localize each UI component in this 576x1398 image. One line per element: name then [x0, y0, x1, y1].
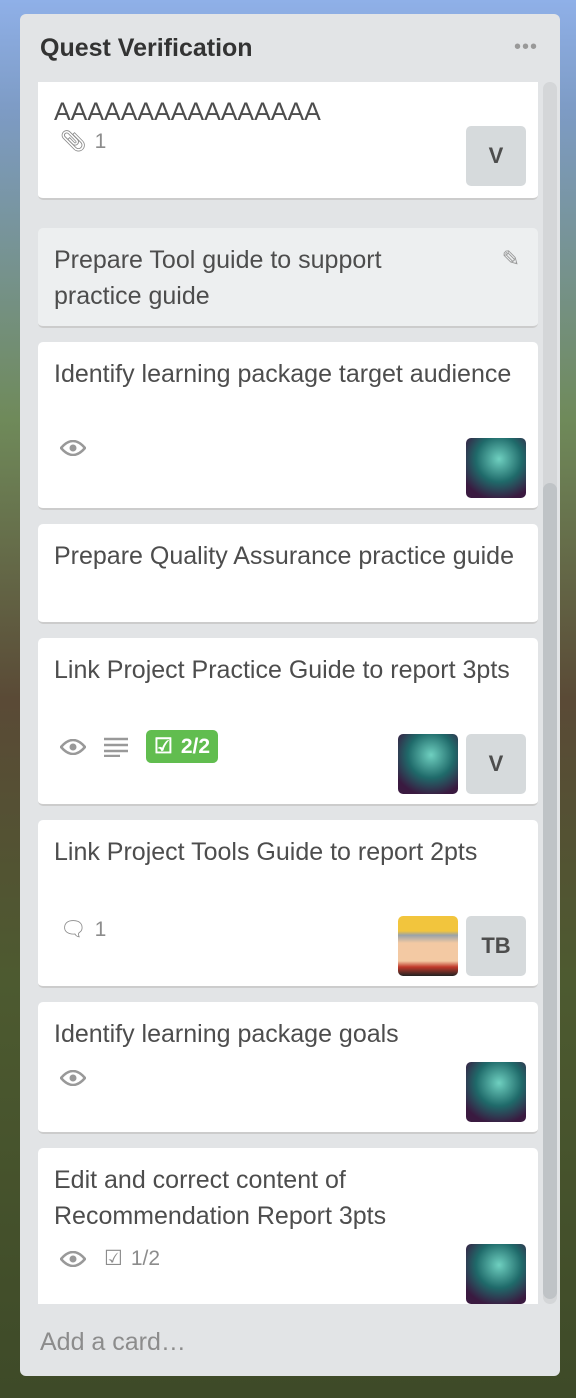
card[interactable]: AAAAAAAAAAAAAAAA 📎︎ 1 V — [38, 82, 538, 200]
card-list: AAAAAAAAAAAAAAAA 📎︎ 1 V Prepare Tool guid… — [20, 82, 560, 1304]
eye-icon — [60, 1070, 86, 1086]
scrollbar[interactable] — [543, 82, 557, 1304]
add-card-button[interactable]: Add a card… — [40, 1328, 186, 1357]
card-title: AAAAAAAAAAAAAAAA — [54, 98, 321, 126]
eye-icon — [60, 440, 86, 456]
comment-badge: 🗨︎ 1 — [60, 918, 106, 942]
card[interactable]: Link Project Tools Guide to report 2pts … — [38, 820, 538, 988]
card-title: Edit and correct content of Recommendati… — [54, 1166, 387, 1230]
card-title: Prepare Quality Assurance practice guide — [54, 542, 514, 570]
ellipsis-icon[interactable]: ••• — [514, 36, 538, 59]
card-title: Link Project Practice Guide to report 3p… — [54, 656, 510, 684]
card-title: Link Project Tools Guide to report 2pts — [54, 838, 478, 866]
checklist-badge: ☑ 2/2 — [146, 730, 219, 763]
comment-count: 1 — [94, 918, 107, 941]
list-title[interactable]: Quest Verification — [40, 34, 253, 63]
eye-icon — [60, 1250, 86, 1267]
attachment-badge: 📎︎ 1 — [60, 130, 106, 154]
checklist-count: 2/2 — [180, 734, 211, 758]
member-avatar[interactable] — [466, 1062, 526, 1122]
checkbox-icon: ☑ — [154, 735, 173, 758]
member-avatar[interactable] — [466, 1244, 526, 1304]
card-title: Identify learning package target audienc… — [54, 360, 512, 388]
attachment-count: 1 — [94, 130, 107, 153]
description-icon — [104, 737, 128, 757]
card[interactable]: Prepare Quality Assurance practice guide — [38, 524, 538, 624]
checkbox-icon: ☑ — [104, 1247, 123, 1270]
member-avatar[interactable]: TB — [466, 916, 526, 976]
eye-icon — [60, 738, 86, 755]
card[interactable]: Identify learning package goals — [38, 1002, 538, 1134]
card-title: Prepare Tool guide to support practice g… — [54, 246, 382, 310]
card-title: Identify learning package goals — [54, 1020, 399, 1048]
checklist-count: 1/2 — [130, 1246, 161, 1270]
member-avatar[interactable] — [398, 734, 458, 794]
card[interactable]: Prepare Tool guide to support practice g… — [38, 228, 538, 328]
list: Quest Verification ••• AAAAAAAAAAAAAAAA … — [20, 14, 560, 1376]
member-avatar[interactable]: V — [466, 126, 526, 186]
member-avatar[interactable]: V — [466, 734, 526, 794]
scrollbar-thumb[interactable] — [543, 483, 557, 1299]
member-avatar[interactable] — [466, 438, 526, 498]
paperclip-icon: 📎︎ — [60, 130, 87, 153]
pencil-icon[interactable]: ✎ — [502, 246, 520, 272]
card[interactable]: Edit and correct content of Recommendati… — [38, 1148, 538, 1304]
checklist-badge: ☑ 1/2 — [104, 1246, 160, 1271]
member-avatar[interactable] — [398, 916, 458, 976]
comment-icon: 🗨︎ — [60, 918, 87, 941]
card[interactable]: Link Project Practice Guide to report 3p… — [38, 638, 538, 806]
card[interactable]: Identify learning package target audienc… — [38, 342, 538, 510]
card-badges: 📎︎ 1 — [60, 130, 106, 154]
